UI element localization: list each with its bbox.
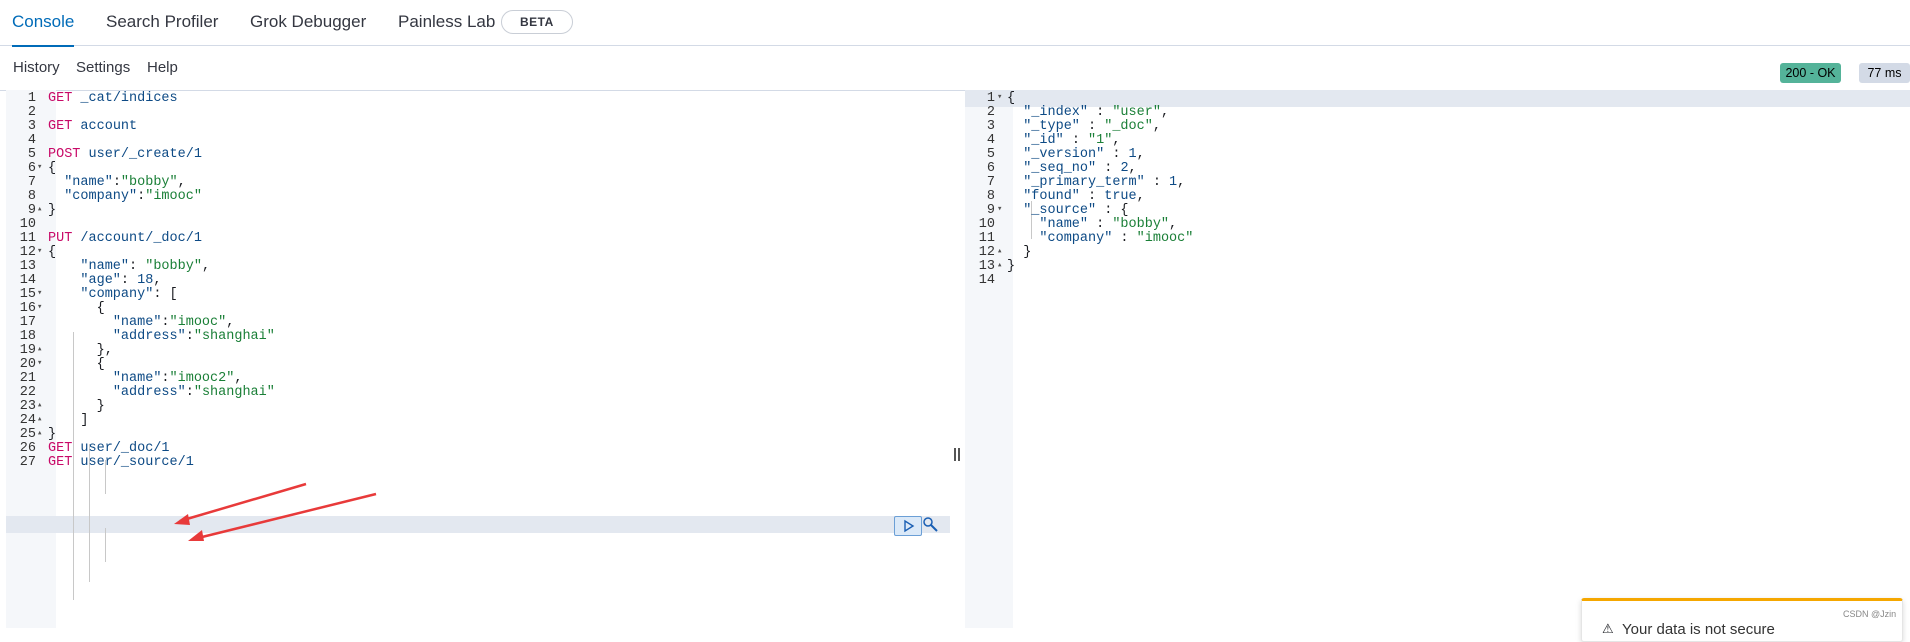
tab-grok-debugger[interactable]: Grok Debugger	[250, 0, 366, 45]
fold-up-icon[interactable]: ▴	[997, 260, 1002, 270]
code-token: : [	[153, 287, 178, 302]
code-token: :	[1144, 175, 1170, 190]
annotation-arrows	[174, 482, 377, 541]
code-token: "address"	[112, 385, 186, 400]
code-token: :	[185, 385, 194, 400]
code-token: ,	[1136, 189, 1145, 204]
wrench-icon	[923, 517, 938, 532]
code-line: POST user/_create/1	[48, 146, 202, 163]
line-number: 27	[19, 455, 36, 470]
code-token: ,	[1152, 119, 1161, 134]
fold-up-icon[interactable]: ▴	[37, 204, 42, 214]
watermark: CSDN @Jzin	[1843, 609, 1897, 619]
tab-search-profiler[interactable]: Search Profiler	[106, 0, 218, 45]
code-token: "imooc"	[145, 189, 202, 204]
fold-down-icon[interactable]: ▾	[37, 302, 42, 312]
code-token: account	[72, 119, 138, 134]
code-token: GET	[48, 119, 73, 134]
request-editor[interactable]: 1 GET _cat/indices 2 3 GET account 4 5 POST use…	[6, 90, 950, 628]
code-line: GET user/_source/1	[48, 454, 194, 471]
pane-resize-handle[interactable]	[954, 448, 960, 461]
play-icon	[904, 519, 915, 533]
fold-down-icon[interactable]: ▾	[37, 288, 42, 298]
request-time-badge: 77 ms	[1859, 63, 1910, 83]
active-line-highlight	[6, 516, 950, 533]
code-token: _cat/indices	[72, 91, 178, 106]
code-token: "address"	[112, 329, 186, 344]
fold-down-icon[interactable]: ▾	[37, 162, 42, 172]
code-token: ,	[1177, 175, 1186, 190]
fold-up-icon[interactable]: ▴	[37, 414, 42, 424]
fold-up-icon[interactable]: ▴	[37, 400, 42, 410]
code-token: ,	[201, 259, 211, 274]
code-token: "shanghai"	[193, 329, 275, 344]
code-token: }	[48, 203, 57, 218]
tab-console[interactable]: Console	[12, 0, 75, 47]
help-button[interactable]: Help	[147, 46, 178, 90]
code-token: /account/_doc/1	[72, 231, 202, 246]
code-token: "company"	[1039, 231, 1113, 246]
request-options-button[interactable]	[921, 515, 939, 533]
code-token: ,	[1136, 147, 1145, 162]
status-badge: 200 - OK	[1780, 63, 1841, 83]
fold-down-icon[interactable]: ▾	[997, 92, 1002, 102]
fold-down-icon[interactable]: ▾	[37, 358, 42, 368]
security-warning-toast[interactable]: ⚠ Your data is not secure	[1581, 598, 1903, 642]
fold-down-icon[interactable]: ▾	[997, 204, 1002, 214]
code-token: ,	[1160, 105, 1170, 120]
code-token: 1	[1169, 175, 1178, 190]
code-line: GET account	[48, 118, 137, 135]
code-token: GET	[48, 91, 73, 106]
history-button[interactable]: History	[13, 46, 60, 90]
code-token: user/_create/1	[80, 147, 202, 162]
code-token: "imooc"	[1136, 231, 1194, 246]
code-token: :	[185, 329, 194, 344]
fold-up-icon[interactable]: ▴	[37, 428, 42, 438]
response-viewer: 1 ▾{2 "_index" : "user", 3 "_type" : "_doc…	[965, 90, 1910, 628]
code-token: "shanghai"	[193, 385, 275, 400]
indent-guide	[105, 528, 106, 562]
fold-up-icon[interactable]: ▴	[37, 344, 42, 354]
code-token: GET	[48, 455, 73, 470]
app-tabs: Console Search Profiler Grok Debugger Pa…	[0, 0, 1910, 47]
code-token: "company"	[64, 189, 138, 204]
settings-button[interactable]: Settings	[76, 46, 130, 90]
beta-badge: BETA	[501, 10, 573, 34]
warning-icon: ⚠	[1602, 621, 1614, 636]
fold-down-icon[interactable]: ▾	[37, 246, 42, 256]
code-line: "company":"imooc"	[48, 188, 202, 205]
code-token: }	[1007, 259, 1016, 274]
console-toolbar: History Settings Help 200 - OK 77 ms	[0, 46, 1910, 91]
fold-up-icon[interactable]: ▴	[997, 246, 1002, 256]
code-token: user/_source/1	[72, 455, 194, 470]
code-line: PUT /account/_doc/1	[48, 230, 202, 247]
tab-painless-lab[interactable]: Painless Lab	[398, 0, 495, 45]
code-line: GET _cat/indices	[48, 90, 178, 107]
run-request-button[interactable]	[894, 516, 922, 536]
toast-message: Your data is not secure	[1622, 621, 1775, 638]
code-token: :	[1112, 231, 1137, 246]
code-line: }	[1007, 258, 1015, 275]
code-line: }	[48, 202, 56, 219]
code-line: "company" : "imooc"	[1007, 230, 1193, 247]
line-number: 14	[978, 273, 995, 288]
